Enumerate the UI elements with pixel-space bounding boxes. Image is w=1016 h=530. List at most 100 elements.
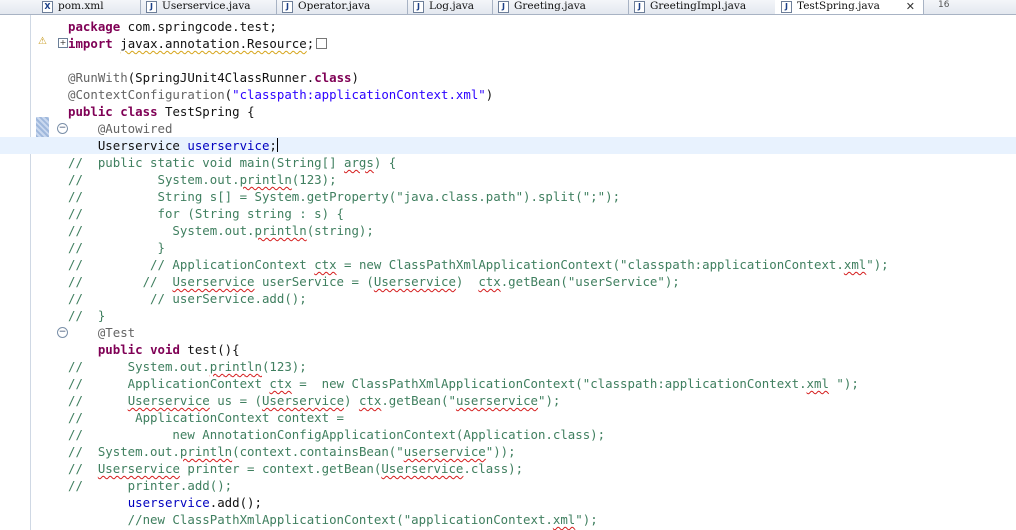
code-token: (SpringJUnit4ClassRunner. <box>127 70 315 85</box>
code-token: Userservice <box>172 274 255 289</box>
code-token: @RunWith <box>68 70 128 85</box>
code-token: userservice <box>187 138 270 153</box>
java-file-icon: J <box>146 1 157 13</box>
code-token: userservice <box>455 393 539 408</box>
code-token: class <box>314 70 352 85</box>
fold-class-icon[interactable]: − <box>57 123 68 134</box>
code-token: println <box>209 359 262 374</box>
fold-method-icon[interactable]: − <box>57 327 68 338</box>
current-code-line[interactable]: Userservice userservice; <box>0 137 1016 154</box>
tab-greeting-java[interactable]: J Greeting.java <box>492 0 629 14</box>
code-token: TestSpring { <box>157 104 255 119</box>
code-token: // String s[] = System.getProperty("java… <box>68 189 621 204</box>
code-token: @Test <box>97 325 136 340</box>
code-token: .getBean("userService"); <box>500 274 680 289</box>
code-token: // printer.add(); <box>68 478 233 493</box>
code-token: package <box>68 19 121 34</box>
code-token: import <box>68 36 113 51</box>
java-file-icon: J <box>282 1 293 13</box>
code-token: Userservice <box>127 393 210 408</box>
code-token: args <box>344 155 374 170</box>
code-line[interactable]: // ApplicationContext context = <box>68 409 1016 426</box>
code-token: xml <box>843 257 867 272</box>
code-token: //new ClassPathXmlApplicationContext("ap… <box>68 512 553 527</box>
code-line[interactable]: package com.springcode.test; <box>68 18 1016 35</box>
code-line[interactable]: // printer.add(); <box>68 477 1016 494</box>
code-token: ( <box>224 87 233 102</box>
folded-imports-marker[interactable] <box>316 38 328 49</box>
code-token: println <box>239 172 292 187</box>
code-line[interactable]: //new ClassPathXmlApplicationContext("ap… <box>68 511 1016 528</box>
code-line[interactable]: import javax.annotation.Resource; <box>68 35 1016 52</box>
code-token: "); <box>866 257 889 272</box>
code-line[interactable]: // // ApplicationContext ctx = new Class… <box>68 256 1016 273</box>
code-line[interactable]: ​ <box>68 52 1016 69</box>
tab-label: Userservice.java <box>162 0 251 12</box>
code-token: ; <box>269 138 277 153</box>
code-line[interactable]: // System.out.println(string); <box>68 222 1016 239</box>
tab-userservice-java[interactable]: J Userservice.java <box>140 0 277 14</box>
tab-overflow-count[interactable]: 16 <box>938 0 949 10</box>
code-line[interactable]: // ApplicationContext ctx = new ClassPat… <box>68 375 1016 392</box>
code-line[interactable]: // System.out.println(123); <box>68 171 1016 188</box>
vertical-ruler-line <box>30 15 31 530</box>
code-token: public <box>97 342 143 357</box>
code-line[interactable]: userservice.add(); <box>68 494 1016 511</box>
code-token: "); <box>575 512 598 527</box>
code-token: // // <box>68 274 173 289</box>
tab-testspring-java[interactable]: J TestSpring.java ✕ <box>775 0 924 14</box>
tab-log-java[interactable]: J Log.java <box>407 0 493 14</box>
code-token: "); <box>538 393 561 408</box>
code-token: (123); <box>261 359 307 374</box>
code-token: xml <box>552 512 576 527</box>
tab-operator-java[interactable]: J Operator.java <box>276 0 408 14</box>
code-editor[interactable]: package com.springcode.test; import javax… <box>0 18 1016 528</box>
warning-icon[interactable]: ⚠ <box>38 37 48 47</box>
code-token: Userservice <box>68 138 188 153</box>
xml-file-icon: X <box>42 1 53 13</box>
code-line[interactable]: @ContextConfiguration("classpath:applica… <box>68 86 1016 103</box>
code-line[interactable]: // String s[] = System.getProperty("java… <box>68 188 1016 205</box>
code-token: ) <box>344 393 359 408</box>
code-line[interactable]: // Userservice us = (Userservice) ctx.ge… <box>68 392 1016 409</box>
code-line[interactable]: // public static void main(String[] args… <box>68 154 1016 171</box>
text-caret <box>276 138 278 152</box>
tab-greetingimpl-java[interactable]: J GreetingImpl.java <box>628 0 776 14</box>
code-token: ctx <box>314 257 337 272</box>
code-token: void <box>150 342 180 357</box>
code-token: ctx <box>358 393 382 408</box>
code-token: // System.out. <box>68 172 240 187</box>
code-token: Userservice <box>97 461 180 476</box>
tab-pom-xml[interactable]: Xpom.xml <box>36 0 141 14</box>
code-line[interactable]: @Test <box>68 324 1016 341</box>
code-line[interactable]: // } <box>68 307 1016 324</box>
code-token: ) { <box>373 155 397 170</box>
code-token: = new ClassPathXmlApplicationContext("cl… <box>291 376 807 391</box>
code-line[interactable]: public class TestSpring { <box>68 103 1016 120</box>
code-line[interactable]: // System.out.println(context.containsBe… <box>68 443 1016 460</box>
code-line[interactable]: @RunWith(SpringJUnit4ClassRunner.class) <box>68 69 1016 86</box>
code-line[interactable]: // System.out.println(123); <box>68 358 1016 375</box>
code-line[interactable]: @Autowired <box>68 120 1016 137</box>
code-token: ) <box>485 87 494 102</box>
code-line[interactable]: public void test(){ <box>68 341 1016 358</box>
code-token: println <box>179 444 233 459</box>
code-line[interactable]: // // Userservice userService = (Userser… <box>68 273 1016 290</box>
code-line[interactable]: // Userservice printer = context.getBean… <box>68 460 1016 477</box>
editor-left-ruler <box>0 15 31 530</box>
code-line[interactable]: // // userService.add(); <box>68 290 1016 307</box>
code-token: // new AnnotationConfigApplicationContex… <box>68 427 606 442</box>
close-tab-icon[interactable]: ✕ <box>906 0 915 13</box>
code-token: javax.annotation.Resource <box>120 36 307 51</box>
code-token: class <box>120 104 158 119</box>
code-token: userService = ( <box>254 274 374 289</box>
expand-imports-icon[interactable]: + <box>58 38 68 48</box>
code-line[interactable]: // new AnnotationConfigApplicationContex… <box>68 426 1016 443</box>
code-token: // <box>68 393 128 408</box>
code-token: @ContextConfiguration <box>68 87 225 102</box>
code-line[interactable]: // for (String string : s) { <box>68 205 1016 222</box>
code-token: ) <box>351 70 359 85</box>
code-line[interactable]: // } <box>68 239 1016 256</box>
